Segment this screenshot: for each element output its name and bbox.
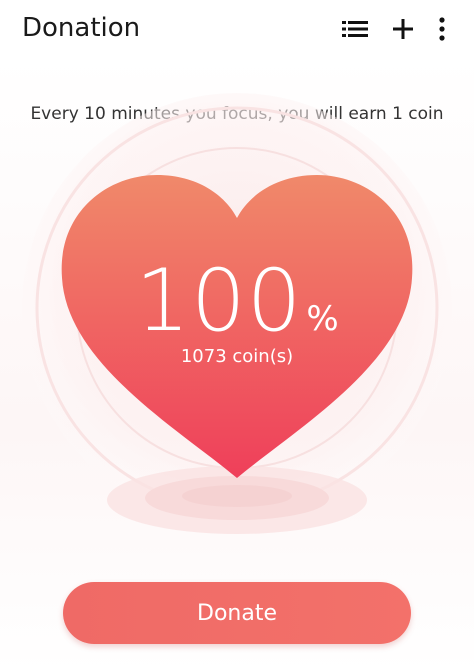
donate-button-label: Donate [197,600,277,626]
plus-icon [393,19,413,39]
donate-button[interactable]: Donate [63,582,411,644]
progress-readout: 100% [0,258,474,344]
percent-sign: % [306,299,339,339]
coin-count: 1073 coin(s) [180,346,294,367]
app-bar: Donation [0,0,474,58]
add-button[interactable] [386,12,420,46]
progress-percent: 100 [135,251,303,351]
more-vertical-icon [439,17,445,41]
list-button[interactable] [338,12,372,46]
more-options-button[interactable] [428,12,456,46]
page-title: Donation [22,13,141,43]
list-icon [342,21,368,37]
